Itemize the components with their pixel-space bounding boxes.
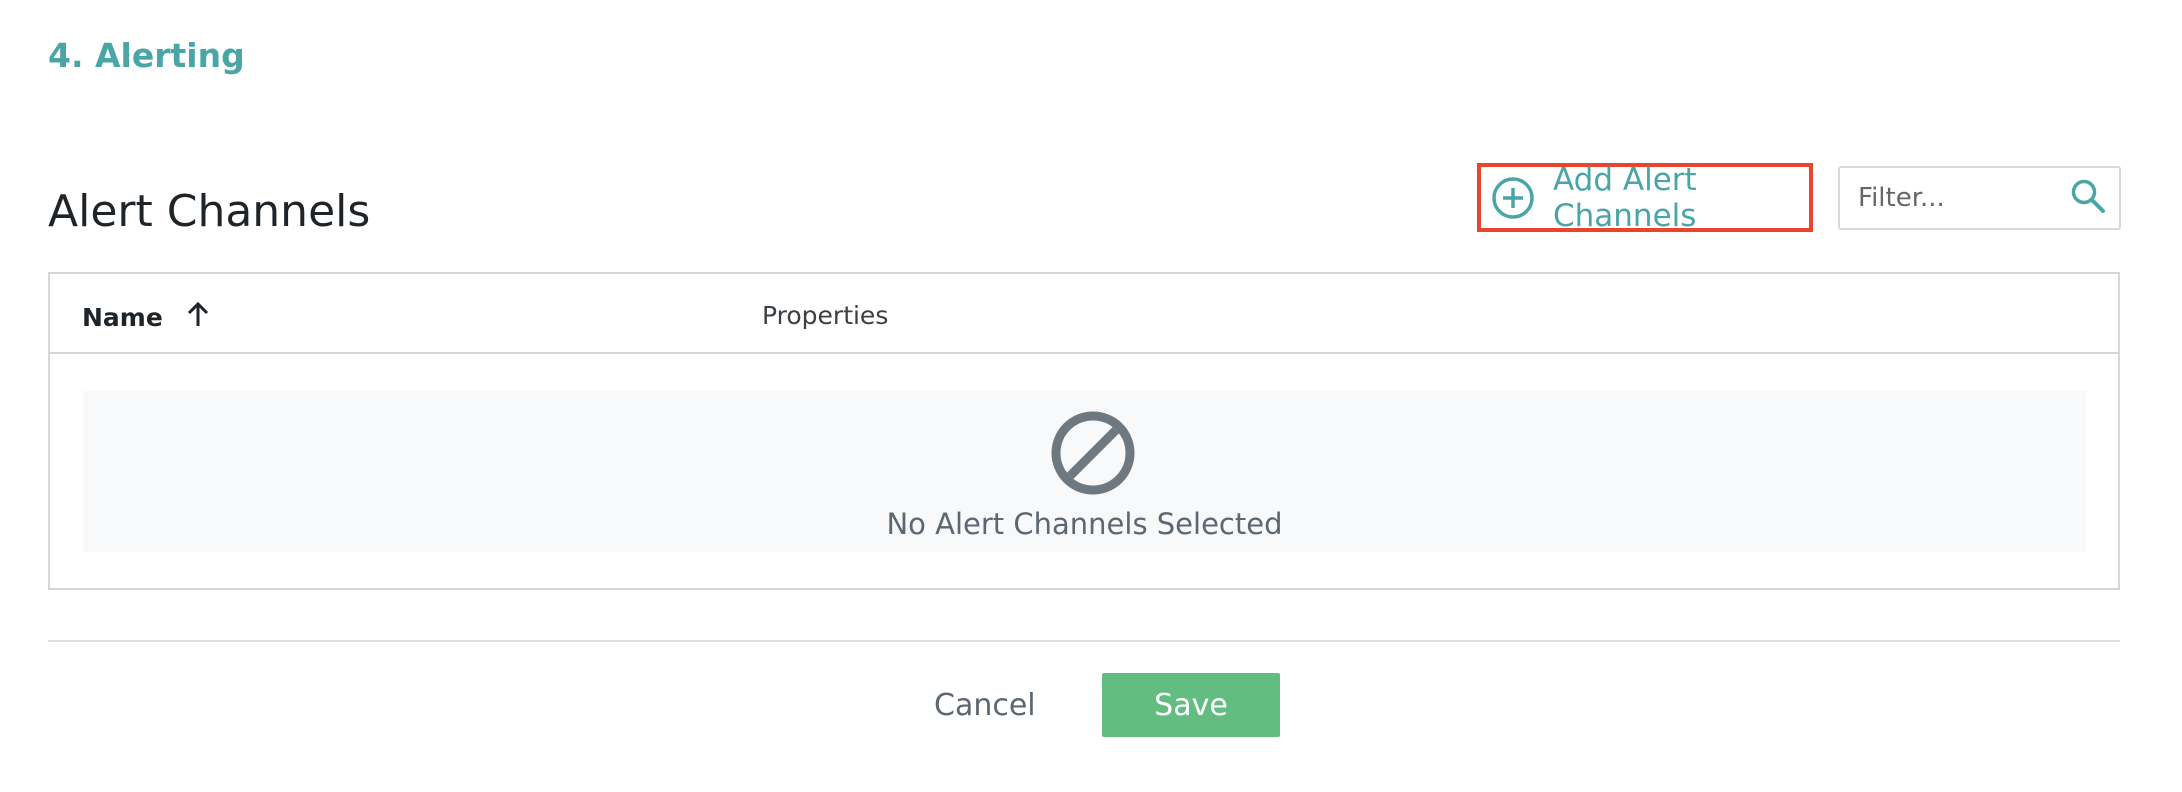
empty-state: No Alert Channels Selected xyxy=(83,391,2086,552)
arrow-up-icon xyxy=(185,300,211,334)
footer-divider xyxy=(48,640,2120,642)
plus-circle-icon xyxy=(1491,176,1535,220)
alert-channels-heading: Alert Channels xyxy=(48,186,371,237)
add-alert-channels-label: Add Alert Channels xyxy=(1553,161,1697,234)
add-alert-channels-button[interactable]: Add Alert Channels xyxy=(1477,161,1813,234)
save-button[interactable]: Save xyxy=(1102,673,1280,737)
column-header-properties: Properties xyxy=(762,301,889,330)
alert-channels-table: Name Properties No Alert Channels Select… xyxy=(48,272,2120,590)
empty-state-message: No Alert Channels Selected xyxy=(886,507,1283,541)
search-icon[interactable] xyxy=(2069,177,2107,219)
table-header: Name Properties xyxy=(50,274,2118,354)
filter-input[interactable] xyxy=(1856,182,2060,214)
no-entry-icon xyxy=(1049,409,1137,501)
column-header-name[interactable]: Name xyxy=(82,300,211,334)
column-header-name-label: Name xyxy=(82,302,163,332)
section-title: 4. Alerting xyxy=(48,36,245,75)
filter-box xyxy=(1838,166,2121,230)
cancel-button[interactable]: Cancel xyxy=(934,688,1036,723)
